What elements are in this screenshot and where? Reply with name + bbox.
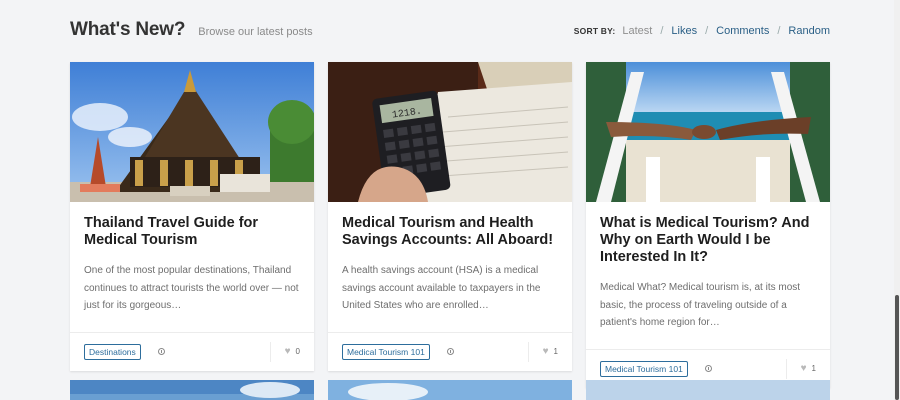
post-card-partial[interactable]	[586, 380, 830, 400]
post-excerpt: A health savings account (HSA) is a medi…	[342, 265, 541, 311]
temple-image	[70, 62, 314, 202]
post-title[interactable]: What is Medical Tourism? And Why on Eart…	[600, 215, 816, 266]
post-thumbnail-partial	[586, 380, 830, 400]
post-card-partial[interactable]	[70, 380, 314, 400]
post-card: Thailand Travel Guide for Medical Touris…	[70, 62, 314, 371]
post-thumbnail-temple[interactable]	[70, 62, 314, 202]
heart-icon: ♥	[284, 346, 291, 357]
post-thumbnail-partial	[70, 380, 314, 400]
calculator-image: 1218.	[328, 62, 572, 202]
post-excerpt: One of the most popular destinations, Th…	[84, 265, 299, 311]
heart-icon: ♥	[800, 363, 807, 374]
heart-icon: ♥	[542, 346, 549, 357]
like-button[interactable]: ♥ 0	[269, 341, 300, 362]
sort-option-random[interactable]: Random	[788, 25, 830, 37]
post-thumbnail-calculator[interactable]: 1218.	[328, 62, 572, 202]
beach-image	[586, 62, 830, 202]
post-card-partial[interactable]	[328, 380, 572, 400]
page-scrollbar[interactable]	[894, 0, 900, 400]
post-thumbnail-partial	[328, 380, 572, 400]
section-header: What's New? Browse our latest posts SORT…	[70, 17, 830, 43]
sort-option-latest[interactable]: Latest	[622, 25, 652, 37]
post-tag[interactable]: Medical Tourism 101	[600, 360, 688, 377]
section-subtitle: Browse our latest posts	[198, 26, 313, 38]
post-thumbnail-beach[interactable]	[586, 62, 830, 202]
post-title[interactable]: Medical Tourism and Health Savings Accou…	[342, 215, 558, 249]
like-button[interactable]: ♥ 1	[527, 341, 558, 362]
post-excerpt: Medical What? Medical tourism is, at its…	[600, 282, 801, 328]
sort-option-comments[interactable]: Comments	[716, 25, 769, 37]
sort-separator: /	[705, 25, 709, 37]
post-tag[interactable]: Destinations	[84, 343, 141, 360]
sort-bar: SORT BY: Latest / Likes / Comments / Ran…	[574, 25, 830, 37]
post-card: 1218. Medical Tourism and Health Savings…	[328, 62, 572, 371]
post-footer: Medical Tourism 101 ♥ 1	[328, 331, 572, 371]
post-tag[interactable]: Medical Tourism 101	[342, 343, 430, 360]
like-button[interactable]: ♥ 1	[785, 358, 816, 379]
sort-label: SORT BY:	[573, 26, 616, 36]
post-footer: Destinations ♥ 0	[70, 331, 314, 371]
like-count: 1	[811, 364, 816, 373]
sort-option-likes[interactable]: Likes	[671, 25, 697, 37]
scrollbar-thumb[interactable]	[895, 295, 899, 400]
sort-separator: /	[777, 25, 781, 37]
post-title[interactable]: Thailand Travel Guide for Medical Touris…	[84, 215, 300, 249]
section-title: What's New?	[70, 19, 186, 40]
clock-icon	[704, 365, 712, 372]
like-count: 0	[295, 347, 300, 356]
clock-icon	[446, 348, 454, 355]
like-count: 1	[553, 347, 558, 356]
clock-icon	[157, 348, 165, 355]
post-card: What is Medical Tourism? And Why on Eart…	[586, 62, 830, 388]
sort-separator: /	[660, 25, 664, 37]
